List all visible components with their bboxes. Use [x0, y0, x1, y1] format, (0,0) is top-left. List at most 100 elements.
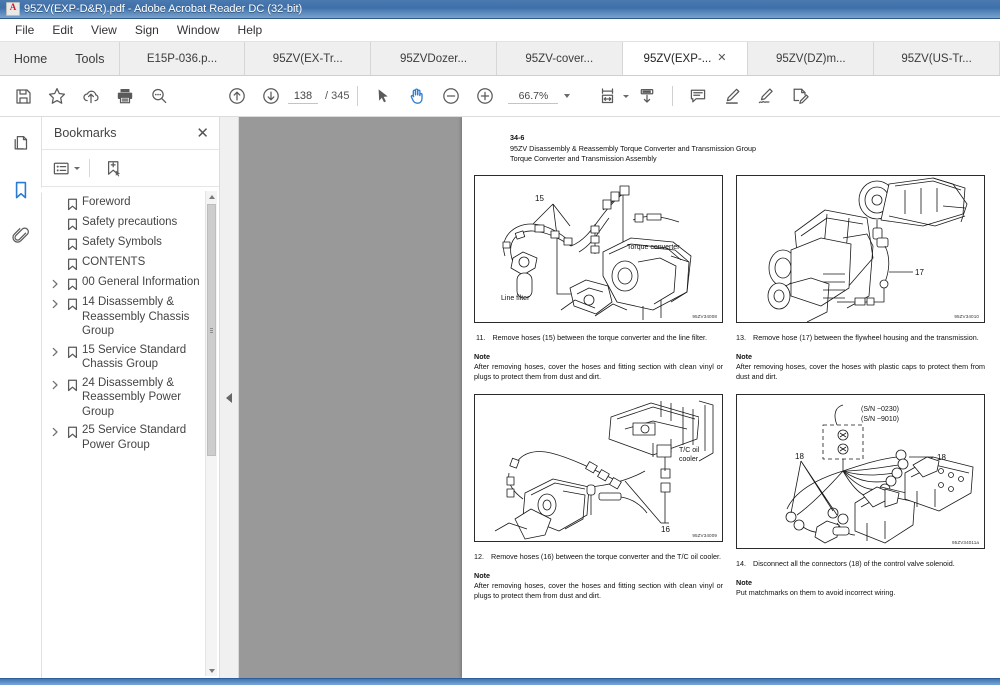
bookmark-label: Safety Symbols [82, 236, 162, 248]
close-icon[interactable]: ✕ [717, 53, 726, 64]
stamp-icon[interactable] [783, 79, 817, 113]
document-header: 34-6 95ZV Disassembly & Reassembly Torqu… [510, 133, 756, 165]
tab-document-2[interactable]: 95ZVDozer... [371, 42, 497, 75]
figure-torque-converter-line-filter: 15 Torque converter Line filter 95ZV3400… [474, 175, 723, 323]
scrollbar-thumb[interactable] [207, 204, 216, 456]
scroll-up-icon[interactable] [206, 191, 217, 202]
tab-document-3[interactable]: 95ZV-cover... [497, 42, 623, 75]
step-body: Remove hose (17) between the flywheel ho… [753, 333, 979, 342]
step-number: 11. [476, 333, 486, 342]
expand-chevron-icon[interactable] [48, 343, 62, 357]
close-icon[interactable]: ✕ [194, 126, 211, 141]
zoom-out-icon[interactable] [434, 79, 468, 113]
print-icon[interactable] [108, 79, 142, 113]
bookmark-item-contents[interactable]: CONTENTS [42, 253, 219, 273]
bookmark-label: CONTENTS [82, 256, 146, 268]
bookmarks-toolbar [42, 150, 219, 187]
note-text: Put matchmarks on them to avoid incorrec… [736, 588, 896, 597]
step-11-text: 11. Remove hoses (15) between the torque… [474, 333, 723, 343]
tab-document-0[interactable]: E15P-036.p... [120, 42, 246, 75]
figure-flywheel-housing-transmission: 17 95ZV34010 [736, 175, 985, 323]
select-tool-icon[interactable] [366, 79, 400, 113]
page-display-icon[interactable] [630, 79, 664, 113]
tab-label: 95ZV-cover... [525, 52, 594, 65]
expand-chevron-icon[interactable] [48, 376, 62, 390]
svg-text:15: 15 [535, 194, 544, 203]
svg-text:Line filter: Line filter [501, 295, 530, 302]
bookmark-options-icon[interactable] [52, 155, 80, 181]
step-14-text: 14. Disconnect all the connectors (18) o… [736, 559, 985, 569]
tab-document-5[interactable]: 95ZV(DZ)m... [748, 42, 875, 75]
bookmark-item-14-disassembly-reassembly-chassis-group[interactable]: 14 Disassembly & Reassembly Chassis Grou… [42, 293, 219, 341]
tab-label: E15P-036.p... [146, 52, 218, 65]
tab-document-6[interactable]: 95ZV(US-Tr... [874, 42, 1000, 75]
tab-home[interactable]: Home [0, 42, 61, 75]
bookmarks-icon[interactable] [6, 175, 36, 205]
hand-tool-icon[interactable] [400, 79, 434, 113]
tab-tools[interactable]: Tools [61, 42, 120, 75]
menu-view[interactable]: View [82, 21, 126, 39]
page-thumbnails-icon[interactable] [6, 129, 36, 159]
tab-document-4-active[interactable]: 95ZV(EXP-... ✕ [622, 42, 749, 75]
bookmark-item-24-disassembly-reassembly-power-group[interactable]: 24 Disassembly & Reassembly Power Group [42, 374, 219, 422]
acrobat-icon [6, 1, 20, 16]
scroll-down-icon[interactable] [206, 665, 217, 676]
new-bookmark-icon[interactable] [99, 155, 127, 181]
pdf-page: 34-6 95ZV Disassembly & Reassembly Torqu… [462, 117, 1000, 678]
bookmarks-scrollbar[interactable] [205, 191, 217, 676]
next-page-icon[interactable] [254, 79, 288, 113]
figure-code: 95ZV34010 [954, 314, 979, 319]
step-body: Remove hoses (15) between the torque con… [492, 333, 708, 342]
tab-document-1[interactable]: 95ZV(EX-Tr... [245, 42, 372, 75]
zoom-level-input[interactable] [508, 88, 559, 104]
expand-chevron-icon[interactable] [48, 275, 62, 289]
bookmark-item-00-general-information[interactable]: 00 General Information [42, 273, 219, 293]
attachments-icon[interactable] [6, 221, 36, 251]
figure-code: 95ZV34011a [952, 540, 979, 545]
chevron-down-icon[interactable] [74, 166, 80, 170]
panel-splitter[interactable] [220, 117, 239, 678]
menu-sign[interactable]: Sign [126, 21, 168, 39]
document-viewport[interactable]: 34-6 95ZV Disassembly & Reassembly Torqu… [239, 117, 1000, 678]
bookmark-icon [62, 423, 82, 439]
bookmarks-panel: Bookmarks ✕ Foreword Safety precautions … [42, 117, 220, 678]
menu-window[interactable]: Window [168, 21, 229, 39]
save-icon[interactable] [6, 79, 40, 113]
bookmark-icon [62, 195, 82, 211]
bookmark-icon [62, 255, 82, 271]
expand-chevron-icon[interactable] [48, 423, 62, 437]
bookmark-item-foreword[interactable]: Foreword [42, 193, 219, 213]
page-number-input[interactable] [288, 88, 318, 104]
menu-file[interactable]: File [6, 21, 43, 39]
sign-icon[interactable] [749, 79, 783, 113]
previous-page-icon[interactable] [220, 79, 254, 113]
bookmark-item-safety-precautions[interactable]: Safety precautions [42, 213, 219, 233]
tab-label: 95ZV(US-Tr... [901, 52, 972, 65]
svg-text:(S/N ~0230): (S/N ~0230) [861, 406, 899, 413]
bookmark-item-15-service-standard-chassis-group[interactable]: 15 Service Standard Chassis Group [42, 341, 219, 374]
bookmarks-list[interactable]: Foreword Safety precautions Safety Symbo… [42, 187, 219, 678]
page-reference: 34-6 [510, 133, 525, 142]
chevron-down-icon[interactable] [564, 94, 571, 98]
fit-page-icon[interactable] [596, 79, 630, 113]
find-icon[interactable] [142, 79, 176, 113]
menu-help[interactable]: Help [229, 21, 272, 39]
tab-strip: Home Tools E15P-036.p... 95ZV(EX-Tr... 9… [0, 42, 1000, 76]
zoom-in-icon[interactable] [468, 79, 502, 113]
page-total-label: / 345 [325, 90, 350, 102]
figure-control-valve-solenoid: (S/N ~0230) (S/N ~9010) 18 18 95ZV34011a [736, 394, 985, 549]
expand-chevron-icon[interactable] [48, 295, 62, 309]
bookmark-item-safety-symbols[interactable]: Safety Symbols [42, 233, 219, 253]
bookmark-item-25-service-standard-power-group[interactable]: 25 Service Standard Power Group [42, 421, 219, 454]
step-body: Remove hoses (16) between the torque con… [491, 552, 721, 561]
star-icon[interactable] [40, 79, 74, 113]
svg-text:18: 18 [937, 453, 946, 462]
collapse-panel-icon[interactable] [226, 392, 232, 403]
highlight-icon[interactable] [715, 79, 749, 113]
cloud-upload-icon[interactable] [74, 79, 108, 113]
step-13-text: 13. Remove hose (17) between the flywhee… [736, 333, 985, 343]
note-text: After removing hoses, cover the hoses an… [474, 581, 723, 600]
comment-icon[interactable] [681, 79, 715, 113]
chevron-down-icon[interactable] [622, 94, 629, 98]
menu-edit[interactable]: Edit [43, 21, 82, 39]
